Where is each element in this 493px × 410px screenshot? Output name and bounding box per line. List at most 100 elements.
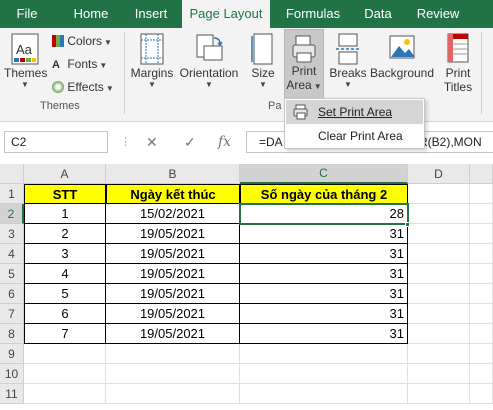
tab-insert[interactable]: Insert bbox=[127, 0, 175, 28]
cell-D8[interactable] bbox=[408, 324, 470, 344]
cell-D1[interactable] bbox=[408, 184, 470, 204]
row-header-1[interactable]: 1 bbox=[0, 184, 24, 204]
cell-E6[interactable] bbox=[470, 284, 493, 304]
cell-C1[interactable]: Số ngày của tháng 2 bbox=[240, 184, 408, 204]
set-print-area-item[interactable]: Set Print Area bbox=[286, 100, 423, 124]
colors-button[interactable]: Colors ▼ bbox=[52, 34, 112, 48]
ribbon-tab-bar: File Home Insert Page Layout Formulas Da… bbox=[0, 0, 493, 29]
select-all-corner[interactable] bbox=[0, 164, 24, 184]
cell-E7[interactable] bbox=[470, 304, 493, 324]
column-header-a[interactable]: A bbox=[24, 164, 106, 184]
cell-A2[interactable]: 1 bbox=[24, 204, 106, 224]
cell-A6[interactable]: 5 bbox=[24, 284, 106, 304]
name-box[interactable]: C2 bbox=[4, 131, 108, 153]
cell-B8[interactable]: 19/05/2021 bbox=[106, 324, 240, 344]
cell-A3[interactable]: 2 bbox=[24, 224, 106, 244]
cell-B5[interactable]: 19/05/2021 bbox=[106, 264, 240, 284]
cell-B7[interactable]: 19/05/2021 bbox=[106, 304, 240, 324]
row-header-10[interactable]: 10 bbox=[0, 364, 24, 384]
cell-E8[interactable] bbox=[470, 324, 493, 344]
effects-button[interactable]: Effects ▼ bbox=[52, 80, 114, 94]
fill-handle[interactable] bbox=[405, 222, 410, 227]
column-header-b[interactable]: B bbox=[106, 164, 240, 184]
row-header-11[interactable]: 11 bbox=[0, 384, 24, 404]
cell-B2[interactable]: 15/02/2021 bbox=[106, 204, 240, 224]
cell-C4[interactable]: 31 bbox=[240, 244, 408, 264]
cell-E10[interactable] bbox=[470, 364, 493, 384]
cell-A5[interactable]: 4 bbox=[24, 264, 106, 284]
cell-E5[interactable] bbox=[470, 264, 493, 284]
background-button[interactable]: Background bbox=[368, 32, 436, 92]
cell-E2[interactable] bbox=[470, 204, 493, 224]
tab-data[interactable]: Data bbox=[360, 0, 396, 28]
cell-D2[interactable] bbox=[408, 204, 470, 224]
cell-B3[interactable]: 19/05/2021 bbox=[106, 224, 240, 244]
cell-A8[interactable]: 7 bbox=[24, 324, 106, 344]
cell-C7[interactable]: 31 bbox=[240, 304, 408, 324]
cancel-icon[interactable]: ✕ bbox=[146, 131, 158, 153]
cell-A11[interactable] bbox=[24, 384, 106, 404]
cell-C3[interactable]: 31 bbox=[240, 224, 408, 244]
cell-D7[interactable] bbox=[408, 304, 470, 324]
clear-print-area-item[interactable]: Clear Print Area bbox=[286, 124, 423, 148]
column-header-d[interactable]: D bbox=[408, 164, 470, 184]
margins-button[interactable]: Margins ▼ bbox=[128, 32, 176, 92]
tab-formulas[interactable]: Formulas bbox=[278, 0, 348, 28]
cell-E3[interactable] bbox=[470, 224, 493, 244]
row-header-9[interactable]: 9 bbox=[0, 344, 24, 364]
size-label: Size bbox=[251, 66, 275, 80]
cell-A9[interactable] bbox=[24, 344, 106, 364]
cell-D4[interactable] bbox=[408, 244, 470, 264]
cell-B6[interactable]: 19/05/2021 bbox=[106, 284, 240, 304]
cell-D11[interactable] bbox=[408, 384, 470, 404]
enter-icon[interactable]: ✓ bbox=[184, 131, 196, 153]
cell-D5[interactable] bbox=[408, 264, 470, 284]
column-header-c[interactable]: C bbox=[240, 164, 408, 184]
row-header-6[interactable]: 6 bbox=[0, 284, 24, 304]
size-button[interactable]: Size ▼ bbox=[246, 32, 280, 92]
tab-page-layout[interactable]: Page Layout bbox=[182, 0, 270, 29]
cell-B4[interactable]: 19/05/2021 bbox=[106, 244, 240, 264]
cell-C11[interactable] bbox=[240, 384, 408, 404]
insert-function-icon[interactable]: fx bbox=[218, 131, 231, 153]
cell-E11[interactable] bbox=[470, 384, 493, 404]
print-titles-label-1: Print bbox=[445, 66, 471, 80]
cell-B10[interactable] bbox=[106, 364, 240, 384]
cell-A10[interactable] bbox=[24, 364, 106, 384]
fonts-button[interactable]: A Fonts ▼ bbox=[52, 57, 107, 71]
cell-E9[interactable] bbox=[470, 344, 493, 364]
cell-D3[interactable] bbox=[408, 224, 470, 244]
cell-D6[interactable] bbox=[408, 284, 470, 304]
cell-A1[interactable]: STT bbox=[24, 184, 106, 204]
row-header-3[interactable]: 3 bbox=[0, 224, 24, 244]
tab-review[interactable]: Review bbox=[410, 0, 466, 28]
cell-C10[interactable] bbox=[240, 364, 408, 384]
formula-text-left: =DA bbox=[259, 135, 283, 149]
cell-A7[interactable]: 6 bbox=[24, 304, 106, 324]
cell-C6[interactable]: 31 bbox=[240, 284, 408, 304]
row-header-4[interactable]: 4 bbox=[0, 244, 24, 264]
cell-C9[interactable] bbox=[240, 344, 408, 364]
print-area-button[interactable]: Print Area ▼ bbox=[284, 29, 324, 99]
cell-C5[interactable]: 31 bbox=[240, 264, 408, 284]
cell-B1[interactable]: Ngày kết thúc bbox=[106, 184, 240, 204]
row-header-5[interactable]: 5 bbox=[0, 264, 24, 284]
cell-B11[interactable] bbox=[106, 384, 240, 404]
tab-home[interactable]: Home bbox=[64, 0, 118, 28]
orientation-button[interactable]: Orientation ▼ bbox=[176, 32, 242, 92]
column-header-e[interactable] bbox=[470, 164, 493, 184]
print-titles-button[interactable]: Print Titles bbox=[438, 32, 478, 102]
cell-E1[interactable] bbox=[470, 184, 493, 204]
cell-C8[interactable]: 31 bbox=[240, 324, 408, 344]
cell-D10[interactable] bbox=[408, 364, 470, 384]
cell-B9[interactable] bbox=[106, 344, 240, 364]
row-header-8[interactable]: 8 bbox=[0, 324, 24, 344]
cell-A4[interactable]: 3 bbox=[24, 244, 106, 264]
breaks-button[interactable]: Breaks ▼ bbox=[328, 32, 368, 92]
row-header-2[interactable]: 2 bbox=[0, 204, 24, 224]
cell-D9[interactable] bbox=[408, 344, 470, 364]
themes-button[interactable]: Aa Themes ▼ bbox=[4, 32, 47, 96]
row-header-7[interactable]: 7 bbox=[0, 304, 24, 324]
cell-E4[interactable] bbox=[470, 244, 493, 264]
tab-file[interactable]: File bbox=[8, 0, 46, 28]
